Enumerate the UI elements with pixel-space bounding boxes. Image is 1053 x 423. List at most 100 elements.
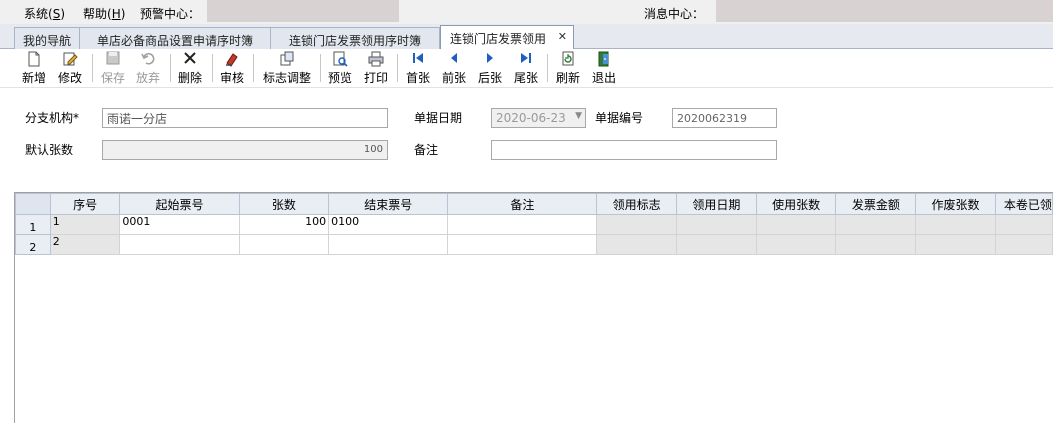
discard-button[interactable]: 放弃 (134, 51, 162, 85)
first-button-label: 首张 (405, 71, 430, 85)
remark-label: 备注 (414, 143, 439, 157)
edit-button[interactable]: 修改 (56, 51, 84, 85)
exit-button[interactable]: 退出 (590, 51, 618, 85)
new-button[interactable]: 新增 (20, 51, 48, 85)
invoice-grid: 序号 起始票号 张数 结束票号 备注 领用标志 领用日期 使用张数 发票金额 作… (14, 192, 1053, 423)
grid-cell[interactable]: 0001 (119, 214, 240, 235)
column-header[interactable]: 领用日期 (676, 193, 757, 215)
approve-button[interactable]: 审核 (218, 51, 246, 85)
remark-input[interactable] (491, 140, 777, 160)
table-row[interactable]: 2 2 (15, 234, 1053, 255)
toolbar-separator (253, 54, 254, 82)
menu-system-tail: ) (60, 7, 65, 21)
tab-my-navigation[interactable]: 我的导航 (14, 27, 80, 49)
new-button-label: 新增 (21, 71, 46, 85)
exit-icon (590, 51, 618, 68)
grid-cell[interactable]: 2 (49, 234, 121, 255)
tab-invoice-collection-journal[interactable]: 连锁门店发票领用序时簿 (270, 27, 440, 49)
grid-cell[interactable] (835, 234, 917, 255)
save-button-label: 保存 (100, 71, 125, 85)
tab-bar: 我的导航 单店必备商品设置申请序时簿 连锁门店发票领用序时簿 连锁门店发票领用 ✕ (0, 24, 1053, 49)
column-header[interactable]: 领用标志 (596, 193, 678, 215)
column-header[interactable]: 本卷已领 (994, 193, 1053, 215)
tab-label: 连锁门店发票领用序时簿 (288, 34, 421, 48)
edit-button-label: 修改 (57, 71, 82, 85)
print-button-label: 打印 (363, 71, 388, 85)
grid-cell[interactable] (915, 214, 996, 235)
grid-cell[interactable] (994, 234, 1053, 255)
next-button[interactable]: 后张 (476, 51, 504, 85)
toolbar-separator (92, 54, 93, 82)
grid-cell[interactable] (447, 234, 598, 255)
grid-cell[interactable] (676, 214, 757, 235)
default-count-field: 100 (102, 140, 388, 160)
approve-icon (218, 51, 246, 68)
menu-help-tail: ) (120, 7, 126, 21)
column-header[interactable]: 作废张数 (915, 193, 996, 215)
discard-button-label: 放弃 (135, 71, 160, 85)
menu-help[interactable]: 帮助(H) (83, 5, 125, 22)
column-header[interactable]: 发票金额 (835, 193, 917, 215)
chevron-down-icon[interactable]: ▼ (575, 111, 582, 121)
grid-cell[interactable] (994, 214, 1053, 235)
prev-icon (440, 51, 468, 68)
row-number[interactable]: 1 (15, 214, 51, 235)
grid-cell[interactable] (755, 214, 837, 235)
preview-icon (326, 51, 354, 68)
grid-cell[interactable]: 0100 (328, 214, 449, 235)
flag-adjust-button[interactable]: 标志调整 (260, 51, 314, 85)
column-header[interactable]: 备注 (447, 193, 598, 215)
date-value: 2020-06-23 (496, 111, 566, 125)
prev-button-label: 前张 (441, 71, 466, 85)
grid-corner[interactable] (15, 193, 51, 215)
tab-store-essential-goods[interactable]: 单店必备商品设置申请序时簿 (79, 27, 271, 49)
tab-invoice-collection[interactable]: 连锁门店发票领用 ✕ (440, 25, 574, 49)
last-button[interactable]: 尾张 (512, 51, 540, 85)
refresh-button[interactable]: 刷新 (554, 51, 582, 85)
warning-center-label[interactable]: 预警中心： (140, 5, 200, 22)
docno-label: 单据编号 (595, 111, 644, 125)
grid-cell[interactable] (915, 234, 996, 255)
next-button-label: 后张 (477, 71, 502, 85)
branch-label: 分支机构* (25, 111, 80, 125)
toolbar-separator (397, 54, 398, 82)
delete-button[interactable]: 删除 (176, 51, 204, 85)
menu-bar: 系统(S) 帮助(H) 预警中心： 消息中心： (0, 0, 1053, 24)
row-number[interactable]: 2 (15, 234, 51, 255)
table-row[interactable]: 1 1 0001 100 0100 (15, 214, 1053, 235)
column-header[interactable]: 序号 (49, 193, 121, 215)
toolbar-separator (547, 54, 548, 82)
message-center-label[interactable]: 消息中心： (644, 5, 704, 22)
grid-cell[interactable]: 100 (238, 214, 330, 235)
print-button[interactable]: 打印 (362, 51, 390, 85)
grid-cell[interactable] (835, 214, 917, 235)
grid-cell[interactable] (596, 214, 678, 235)
warning-center-area (207, 0, 399, 22)
invoice-table: 序号 起始票号 张数 结束票号 备注 领用标志 领用日期 使用张数 发票金额 作… (15, 193, 1053, 255)
column-header[interactable]: 张数 (238, 193, 330, 215)
first-button[interactable]: 首张 (404, 51, 432, 85)
grid-cell[interactable]: 1 (49, 214, 121, 235)
menu-system[interactable]: 系统(S) (24, 5, 65, 22)
save-button[interactable]: 保存 (99, 51, 127, 85)
preview-button[interactable]: 预览 (326, 51, 354, 85)
column-header[interactable]: 使用张数 (755, 193, 837, 215)
grid-cell[interactable] (447, 214, 598, 235)
delete-button-label: 删除 (177, 71, 202, 85)
toolbar: 新增 修改 保存 放弃 删除 审核 标志调整 预览 打印 首张 前张 后张 尾张… (0, 49, 1053, 88)
grid-cell[interactable] (596, 234, 678, 255)
menu-help-hotkey: H (111, 7, 121, 21)
date-picker[interactable]: 2020-06-23 ▼ (491, 108, 586, 128)
grid-cell[interactable] (328, 234, 449, 255)
grid-cell[interactable] (119, 234, 240, 255)
branch-input[interactable] (102, 108, 388, 128)
close-icon[interactable]: ✕ (558, 30, 567, 43)
docno-input[interactable] (672, 108, 777, 128)
grid-cell[interactable] (676, 234, 757, 255)
grid-cell[interactable] (238, 234, 330, 255)
column-header[interactable]: 结束票号 (328, 193, 449, 215)
column-header[interactable]: 起始票号 (119, 193, 240, 215)
refresh-button-label: 刷新 (555, 71, 580, 85)
grid-cell[interactable] (755, 234, 837, 255)
prev-button[interactable]: 前张 (440, 51, 468, 85)
